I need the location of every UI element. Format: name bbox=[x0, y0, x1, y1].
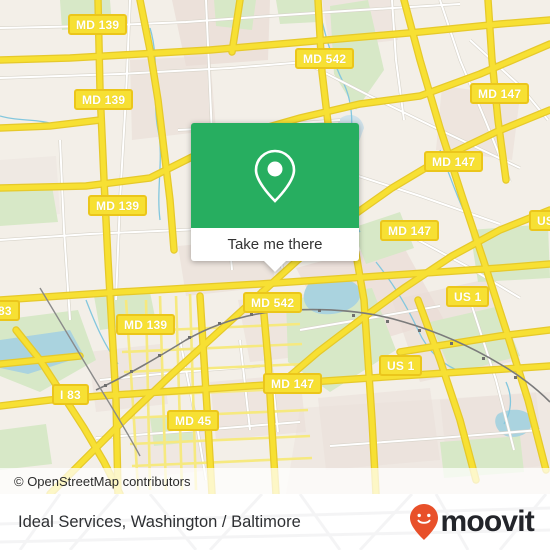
popup-icon-area bbox=[191, 123, 359, 228]
moovit-pin-icon bbox=[410, 504, 439, 540]
road-shield: MD 139 bbox=[116, 314, 176, 335]
map-pin-icon bbox=[254, 149, 296, 203]
place-title: Ideal Services, Washington / Baltimore bbox=[18, 512, 301, 531]
road-shield: MD 45 bbox=[167, 410, 220, 431]
road-shield: 83 bbox=[0, 300, 20, 321]
road-shield: MD 139 bbox=[74, 89, 134, 110]
road-shield: US 1 bbox=[446, 286, 490, 307]
attribution-text: © OpenStreetMap contributors bbox=[14, 473, 191, 489]
road-shield: I 83 bbox=[52, 384, 89, 405]
popup-pointer bbox=[264, 261, 286, 272]
footer-bar: Ideal Services, Washington / Baltimore m… bbox=[0, 494, 550, 550]
road-shield: MD 139 bbox=[68, 14, 128, 35]
road-shield: MD 542 bbox=[295, 48, 355, 69]
moovit-wordmark: moovit bbox=[440, 505, 534, 538]
take-me-there-popup[interactable]: Take me there bbox=[191, 123, 359, 272]
map-attribution: © OpenStreetMap contributors bbox=[0, 468, 550, 494]
road-shield: MD 147 bbox=[380, 220, 440, 241]
moovit-map-page: MD 139 MD 542 MD 147 MD 139 MD 147 MD 13… bbox=[0, 0, 550, 550]
moovit-logo: moovit bbox=[409, 503, 535, 541]
road-shield: US bbox=[529, 210, 550, 231]
road-shield: MD 147 bbox=[424, 151, 484, 172]
road-shield: MD 139 bbox=[88, 195, 148, 216]
road-shield: MD 147 bbox=[470, 83, 530, 104]
map-canvas[interactable]: MD 139 MD 542 MD 147 MD 139 MD 147 MD 13… bbox=[0, 0, 550, 494]
road-shield: MD 542 bbox=[243, 292, 303, 313]
road-shield: MD 147 bbox=[263, 373, 323, 394]
road-shield: US 1 bbox=[379, 355, 423, 376]
take-me-there-label: Take me there bbox=[227, 236, 323, 253]
popup-action-area[interactable]: Take me there bbox=[191, 228, 359, 261]
